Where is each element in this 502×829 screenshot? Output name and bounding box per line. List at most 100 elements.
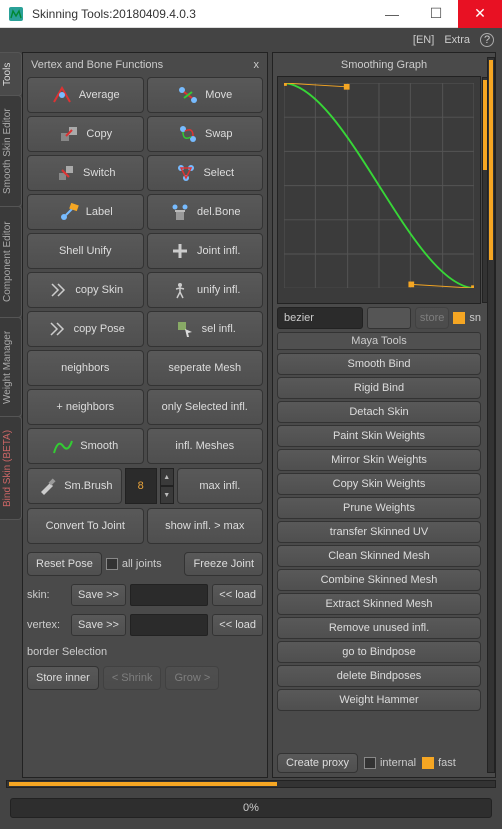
copy-pose-icon	[46, 318, 68, 340]
curve-type-dropdown[interactable]: bezier	[277, 307, 363, 329]
copy-skin-weights-button[interactable]: Copy Skin Weights	[277, 473, 481, 495]
extract-skinned-mesh-button[interactable]: Extract Skinned Mesh	[277, 593, 481, 615]
only-selected-infl-button[interactable]: only Selected infl.	[147, 389, 264, 425]
smooth-button[interactable]: Smooth	[27, 428, 144, 464]
window-title: Skinning Tools:20180409.4.0.3	[32, 7, 370, 21]
unify-icon	[169, 279, 191, 301]
horizontal-scrollbar[interactable]	[6, 780, 496, 788]
plus-icon	[169, 240, 191, 262]
average-button[interactable]: Average	[27, 77, 144, 113]
detach-skin-button[interactable]: Detach Skin	[277, 401, 481, 423]
shrink-button[interactable]: < Shrink	[103, 666, 162, 690]
top-row: [EN] Extra ?	[0, 28, 502, 52]
weight-hammer-button[interactable]: Weight Hammer	[277, 689, 481, 711]
sm-brush-button[interactable]: Sm.Brush	[27, 468, 122, 504]
brush-icon	[36, 475, 58, 497]
help-icon[interactable]: ?	[480, 33, 494, 47]
copy-button[interactable]: Copy	[27, 116, 144, 152]
close-button[interactable]: ✕	[458, 0, 502, 28]
sn-checkbox[interactable]: sn	[453, 312, 481, 324]
copy-skin-button[interactable]: copy Skin	[27, 272, 144, 308]
minimize-button[interactable]: —	[370, 0, 414, 28]
right-panel-scrollbar[interactable]	[487, 57, 495, 773]
prune-weights-button[interactable]: Prune Weights	[277, 497, 481, 519]
max-infl-button[interactable]: max infl.	[177, 468, 263, 504]
switch-button[interactable]: Switch	[27, 155, 144, 191]
delete-bone-button[interactable]: del.Bone	[147, 194, 264, 230]
label-button[interactable]: Label	[27, 194, 144, 230]
clean-skinned-mesh-button[interactable]: Clean Skinned Mesh	[277, 545, 481, 567]
plus-neighbors-button[interactable]: + neighbors	[27, 389, 144, 425]
graph-slot[interactable]	[367, 307, 411, 329]
language-button[interactable]: [EN]	[413, 34, 434, 46]
checkbox-icon	[453, 312, 465, 324]
convert-to-joint-button[interactable]: Convert To Joint	[27, 508, 144, 544]
maximize-button[interactable]: ☐	[414, 0, 458, 28]
window-controls: — ☐ ✕	[370, 0, 502, 28]
skin-field[interactable]	[130, 584, 208, 606]
shell-unify-button[interactable]: Shell Unify	[27, 233, 144, 269]
all-joints-checkbox[interactable]: all joints	[106, 552, 162, 576]
skin-save-button[interactable]: Save >>	[71, 584, 126, 606]
tab-smooth-skin-editor[interactable]: Smooth Skin Editor	[0, 95, 22, 207]
reset-pose-button[interactable]: Reset Pose	[27, 552, 102, 576]
swap-button[interactable]: Swap	[147, 116, 264, 152]
delete-bindposes-button[interactable]: delete Bindposes	[277, 665, 481, 687]
vertex-save-button[interactable]: Save >>	[71, 614, 126, 636]
fast-checkbox[interactable]: fast	[422, 757, 456, 769]
internal-checkbox[interactable]: internal	[364, 757, 416, 769]
smbrush-row: Sm.Brush 8 ▲ ▼ max infl.	[27, 468, 263, 504]
paint-skin-weights-button[interactable]: Paint Skin Weights	[277, 425, 481, 447]
window-titlebar: Skinning Tools:20180409.4.0.3 — ☐ ✕	[0, 0, 502, 28]
panel-close-button[interactable]: x	[254, 59, 260, 71]
joint-infl-button[interactable]: Joint infl.	[147, 233, 264, 269]
skin-load-button[interactable]: << load	[212, 584, 263, 606]
transfer-skinned-uv-button[interactable]: transfer Skinned UV	[277, 521, 481, 543]
tab-bind-skin[interactable]: Bind Skin (BETA)	[0, 416, 22, 520]
rigid-bind-button[interactable]: Rigid Bind	[277, 377, 481, 399]
separate-mesh-button[interactable]: seperate Mesh	[147, 350, 264, 386]
vertex-io-row: vertex: Save >> << load	[27, 614, 263, 636]
handle-point[interactable]	[284, 83, 287, 86]
tab-component-editor[interactable]: Component Editor	[0, 206, 22, 318]
max-infl-value[interactable]: 8	[125, 468, 157, 504]
extra-menu[interactable]: Extra	[444, 34, 470, 46]
tab-tools[interactable]: Tools	[0, 52, 22, 96]
stepper-down[interactable]: ▼	[160, 486, 174, 504]
neighbors-button[interactable]: neighbors	[27, 350, 144, 386]
create-proxy-button[interactable]: Create proxy	[277, 753, 358, 773]
smooth-bind-button[interactable]: Smooth Bind	[277, 353, 481, 375]
stepper-up[interactable]: ▲	[160, 468, 174, 486]
move-button[interactable]: Move	[147, 77, 264, 113]
pose-row: Reset Pose all joints Freeze Joint	[27, 552, 263, 576]
vertex-field[interactable]	[130, 614, 208, 636]
remove-unused-infl-button[interactable]: Remove unused infl.	[277, 617, 481, 639]
checkbox-icon	[106, 558, 118, 570]
infl-meshes-button[interactable]: infl. Meshes	[147, 428, 264, 464]
grow-button[interactable]: Grow >	[165, 666, 219, 690]
store-inner-button[interactable]: Store inner	[27, 666, 99, 690]
right-panel: Smoothing Graph b	[272, 52, 496, 778]
label-icon	[58, 201, 80, 223]
vertex-label: vertex:	[27, 619, 67, 631]
select-button[interactable]: Select	[147, 155, 264, 191]
handle-point[interactable]	[471, 285, 474, 288]
swap-icon	[177, 123, 199, 145]
sel-infl-button[interactable]: sel infl.	[147, 311, 264, 347]
freeze-joint-button[interactable]: Freeze Joint	[184, 552, 263, 576]
copy-pose-button[interactable]: copy Pose	[27, 311, 144, 347]
smoothing-graph[interactable]	[277, 76, 481, 304]
handle-point[interactable]	[408, 282, 414, 288]
unify-infl-button[interactable]: unify infl.	[147, 272, 264, 308]
vertex-load-button[interactable]: << load	[212, 614, 263, 636]
border-selection-label: border Selection	[27, 646, 263, 658]
vertical-tabs: Tools Smooth Skin Editor Component Edito…	[0, 52, 22, 778]
proxy-row: Create proxy internal fast	[277, 753, 481, 773]
combine-skinned-mesh-button[interactable]: Combine Skinned Mesh	[277, 569, 481, 591]
show-infl-button[interactable]: show infl. > max	[147, 508, 264, 544]
go-to-bindpose-button[interactable]: go to Bindpose	[277, 641, 481, 663]
tab-weight-manager[interactable]: Weight Manager	[0, 317, 22, 417]
store-button[interactable]: store	[415, 307, 449, 329]
handle-point[interactable]	[344, 84, 350, 90]
mirror-skin-weights-button[interactable]: Mirror Skin Weights	[277, 449, 481, 471]
